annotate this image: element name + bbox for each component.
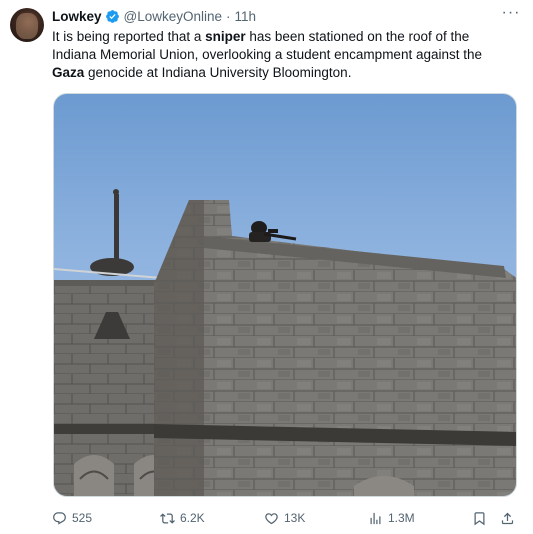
tweet-text-part: genocide at Indiana University Bloomingt… (84, 65, 352, 80)
views-chart-icon (370, 512, 381, 524)
like-count: 13K (284, 511, 306, 525)
heart-icon (265, 512, 278, 524)
like-button[interactable]: 13K (264, 507, 305, 529)
author-name[interactable]: Lowkey (52, 9, 102, 24)
share-button[interactable] (500, 507, 520, 529)
tweet-header: Lowkey @LowkeyOnline · 11h (52, 6, 521, 26)
tweet-text-bold: sniper (205, 29, 246, 44)
views-count: 1.3M (388, 511, 415, 525)
reply-count: 525 (72, 511, 93, 525)
share-icon (501, 512, 514, 524)
photo-building-illustration (54, 189, 516, 496)
reply-button[interactable]: 525 (52, 507, 92, 529)
author-handle[interactable]: @LowkeyOnline (124, 9, 223, 24)
tweet-text-part: It is being reported that a (52, 29, 206, 44)
tweet-actions: 525 6.2K 13K 1.3M (52, 507, 521, 529)
separator-dot: · (226, 8, 231, 24)
views-button[interactable]: 1.3M (368, 507, 415, 529)
repost-button[interactable]: 6.2K (160, 507, 205, 529)
repost-icon (160, 512, 175, 524)
reply-icon (53, 511, 66, 525)
bookmark-icon (474, 511, 485, 525)
tweet-text-bold: Gaza (52, 65, 85, 80)
bookmark-button[interactable] (472, 507, 492, 529)
timestamp[interactable]: 11h (235, 9, 257, 24)
repost-count: 6.2K (180, 511, 205, 525)
tweet-text: It is being reported that a sniper has b… (52, 28, 512, 82)
tweet-content: Lowkey @LowkeyOnline · 11h ··· It is bei… (52, 5, 521, 82)
avatar[interactable] (10, 8, 44, 42)
tweet-photo[interactable] (53, 93, 517, 497)
verified-badge-icon (105, 9, 120, 24)
tweet[interactable]: Lowkey @LowkeyOnline · 11h ··· It is bei… (0, 0, 533, 534)
more-options-icon[interactable]: ··· (501, 5, 521, 25)
